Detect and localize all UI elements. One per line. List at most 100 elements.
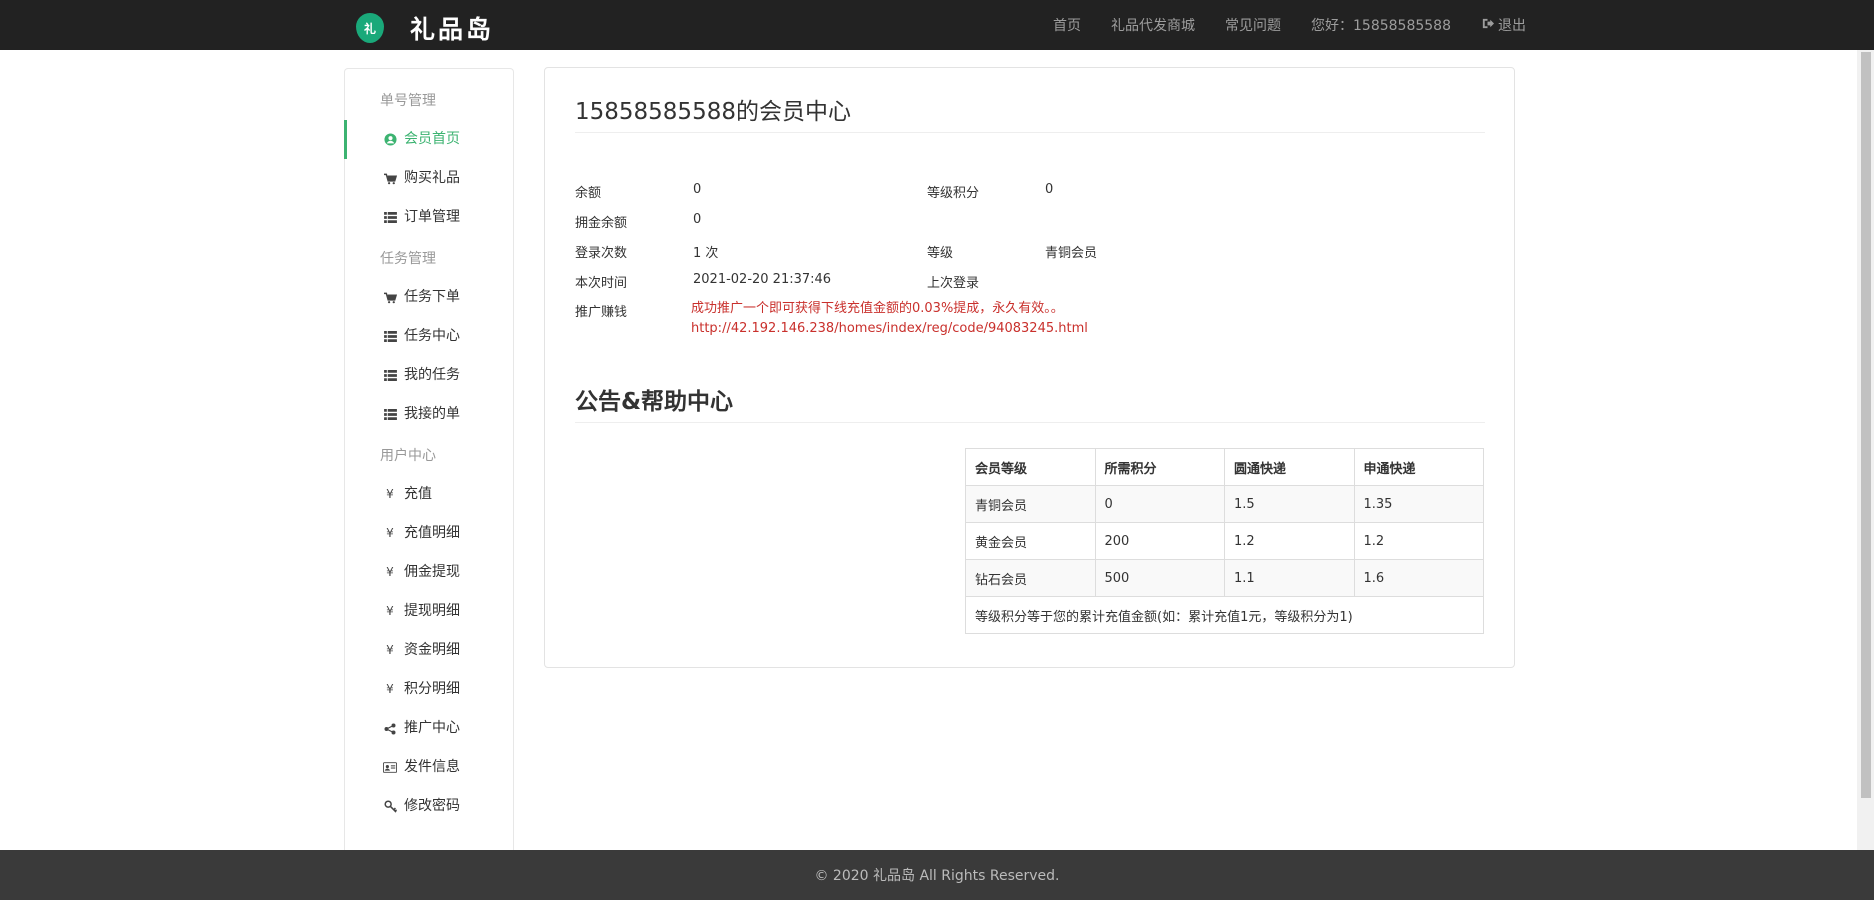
logout-icon — [1481, 17, 1494, 34]
divider — [575, 132, 1485, 133]
sidebar-item-points-detail[interactable]: ¥ 积分明细 — [345, 670, 513, 709]
sidebar-item-label: 发件信息 — [404, 759, 460, 775]
nav-home-link[interactable]: 首页 — [1053, 15, 1081, 35]
promo-block: 成功推广一个即可获得下线充值金额的0.03%提成，永久有效。。 http://4… — [691, 299, 1088, 339]
yen-icon: ¥ — [386, 604, 394, 618]
sidebar-item-label: 我接的单 — [404, 406, 460, 422]
sidebar-item-sender-info[interactable]: 发件信息 — [345, 748, 513, 787]
sidebar-item-label: 任务下单 — [404, 289, 460, 305]
sidebar-item-change-password[interactable]: 修改密码 — [345, 787, 513, 826]
sidebar-group-task: 任务管理 — [380, 251, 436, 267]
sidebar-item-label: 我的任务 — [404, 367, 460, 383]
table-header-cell: 所需积分 — [1094, 448, 1225, 486]
sidebar-item-my-tasks[interactable]: 我的任务 — [345, 356, 513, 395]
sidebar-item-label: 充值明细 — [404, 525, 460, 541]
sidebar-item-label: 会员首页 — [404, 131, 460, 147]
cart-icon — [383, 292, 397, 304]
member-level-table: 会员等级 所需积分 圆通快递 申通快递 青铜会员 0 1.5 1.35 黄金会员… — [965, 448, 1484, 634]
commission-label: 拥金余额 — [575, 216, 628, 231]
sidebar-item-commission-withdraw[interactable]: ¥ 佣金提现 — [345, 553, 513, 592]
sidebar-group-order: 单号管理 — [380, 93, 436, 109]
sidebar-item-promotion-center[interactable]: 推广中心 — [345, 709, 513, 748]
table-cell: 青铜会员 — [965, 485, 1096, 523]
level-points-label: 等级积分 — [927, 186, 980, 201]
table-cell: 500 — [1094, 559, 1225, 597]
table-cell: 0 — [1094, 485, 1225, 523]
sidebar-item-fund-detail[interactable]: ¥ 资金明细 — [345, 631, 513, 670]
id-card-icon — [383, 762, 397, 773]
level-label: 等级 — [927, 246, 954, 261]
nav-greeting-link[interactable]: 您好：15858585588 — [1311, 15, 1451, 35]
top-nav: 首页 礼品代发商城 常见问题 您好：15858585588 退出 — [1023, 0, 1526, 50]
nav-mall-link[interactable]: 礼品代发商城 — [1111, 15, 1195, 35]
table-note-row: 等级积分等于您的累计充值金额(如：累计充值1元，等级积分为1) — [965, 596, 1484, 634]
sidebar-item-label: 佣金提现 — [404, 564, 460, 580]
sidebar-item-label: 积分明细 — [404, 681, 460, 697]
sidebar-item-task-center[interactable]: 任务中心 — [345, 317, 513, 356]
commission-value: 0 — [693, 212, 702, 227]
logo-icon: 礼 — [356, 13, 384, 43]
share-icon — [383, 723, 397, 735]
sidebar-item-order-manage[interactable]: 订单管理 — [345, 198, 513, 237]
page-scrollbar[interactable] — [1857, 50, 1874, 850]
table-cell: 钻石会员 — [965, 559, 1096, 597]
table-cell: 1.35 — [1353, 485, 1484, 523]
key-icon — [383, 800, 397, 813]
nav-faq-link[interactable]: 常见问题 — [1225, 15, 1281, 35]
divider — [575, 422, 1485, 423]
sidebar-item-label: 充值 — [404, 486, 432, 502]
table-cell: 1.2 — [1353, 522, 1484, 560]
sidebar-item-label: 订单管理 — [404, 209, 460, 225]
sidebar-item-label: 资金明细 — [404, 642, 460, 658]
sidebar-item-label: 任务中心 — [404, 328, 460, 344]
sidebar-item-member-home[interactable]: 会员首页 — [344, 120, 513, 159]
sidebar-item-buy-gift[interactable]: 购买礼品 — [345, 159, 513, 198]
brand[interactable]: 礼 礼品岛 — [356, 10, 494, 46]
last-login-label: 上次登录 — [927, 276, 980, 291]
this-time-label: 本次时间 — [575, 276, 628, 291]
table-header-cell: 申通快递 — [1353, 448, 1484, 486]
yen-icon: ¥ — [386, 565, 394, 579]
list-icon — [383, 331, 397, 342]
user-circle-icon — [383, 133, 397, 146]
yen-icon: ¥ — [386, 526, 394, 540]
sidebar-item-label: 购买礼品 — [404, 170, 460, 186]
sidebar-item-recharge[interactable]: ¥ 充值 — [345, 475, 513, 514]
table-cell: 1.2 — [1224, 522, 1355, 560]
member-center-panel: 15858585588的会员中心 余额 0 等级积分 0 拥金余额 0 登录次数… — [544, 67, 1515, 668]
list-icon — [383, 212, 397, 223]
yen-icon: ¥ — [386, 682, 394, 696]
sidebar-item-task-order[interactable]: 任务下单 — [345, 278, 513, 317]
sidebar-item-withdraw-detail[interactable]: ¥ 提现明细 — [345, 592, 513, 631]
level-points-value: 0 — [1045, 182, 1054, 197]
table-row: 青铜会员 0 1.5 1.35 — [965, 485, 1484, 523]
logout-label: 退出 — [1498, 18, 1526, 34]
sidebar-item-accepted-orders[interactable]: 我接的单 — [345, 395, 513, 434]
page-title: 15858585588的会员中心 — [575, 99, 851, 125]
balance-value: 0 — [693, 182, 702, 197]
copyright-text: © 2020 礼品岛 All Rights Reserved. — [814, 868, 1060, 884]
table-cell: 1.1 — [1224, 559, 1355, 597]
sidebar-group-user: 用户中心 — [380, 448, 436, 464]
cart-icon — [383, 173, 397, 185]
balance-label: 余额 — [575, 186, 602, 201]
table-header-cell: 会员等级 — [965, 448, 1096, 486]
level-value: 青铜会员 — [1045, 246, 1098, 261]
sidebar-item-recharge-detail[interactable]: ¥ 充值明细 — [345, 514, 513, 553]
sidebar-item-label: 提现明细 — [404, 603, 460, 619]
sidebar: 单号管理 会员首页 购买礼品 订单管理 任务管理 任务下单 任务中心 我的任务 … — [344, 68, 514, 850]
yen-icon: ¥ — [386, 643, 394, 657]
promo-label: 推广赚钱 — [575, 305, 628, 320]
scrollbar-thumb[interactable] — [1861, 52, 1871, 798]
list-icon — [383, 409, 397, 420]
brand-name: 礼品岛 — [410, 15, 495, 44]
table-header-row: 会员等级 所需积分 圆通快递 申通快递 — [965, 448, 1484, 486]
table-cell: 黄金会员 — [965, 522, 1096, 560]
table-note: 等级积分等于您的累计充值金额(如：累计充值1元，等级积分为1) — [965, 596, 1484, 634]
footer: © 2020 礼品岛 All Rights Reserved. — [0, 850, 1874, 900]
table-cell: 1.5 — [1224, 485, 1355, 523]
table-cell: 1.6 — [1353, 559, 1484, 597]
table-row: 钻石会员 500 1.1 1.6 — [965, 559, 1484, 597]
promo-link[interactable]: http://42.192.146.238/homes/index/reg/co… — [691, 319, 1088, 339]
nav-logout-link[interactable]: 退出 — [1481, 15, 1526, 35]
